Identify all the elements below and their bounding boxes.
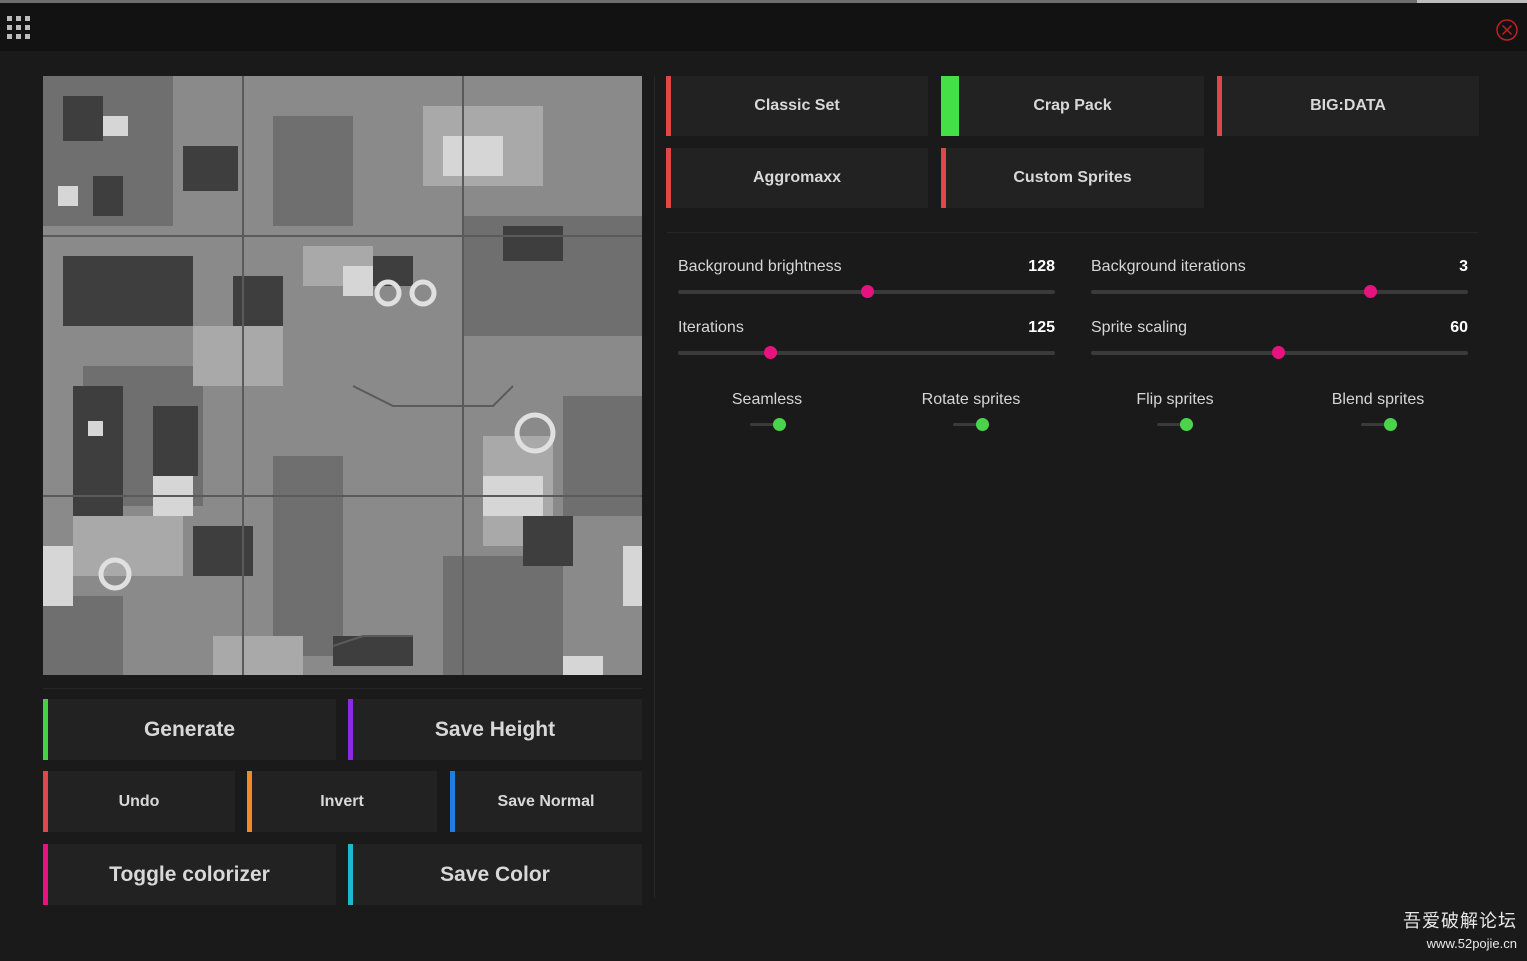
save-color-label: Save Color xyxy=(440,862,550,886)
pack-label: BIG:DATA xyxy=(1310,97,1386,114)
watermark: 吾爱破解论坛 www.52pojie.cn xyxy=(1403,907,1517,951)
blend-sprites-toggle[interactable] xyxy=(1361,418,1397,432)
pack-label: Crap Pack xyxy=(1033,97,1112,114)
pack-label: Aggromaxx xyxy=(752,169,842,186)
invert-label: Invert xyxy=(320,792,364,810)
pack-bigdata-button[interactable]: BIG:DATA xyxy=(1217,76,1479,136)
iterations-slider[interactable] xyxy=(678,346,1055,359)
save-height-button[interactable]: Save Height xyxy=(348,699,642,760)
background-iterations-label: Background iterations xyxy=(1091,258,1246,275)
texture-preview xyxy=(43,76,642,675)
toggle-colorizer-button[interactable]: Toggle colorizer xyxy=(43,844,336,905)
slider-thumb[interactable] xyxy=(1272,346,1286,359)
undo-label: Undo xyxy=(118,792,160,810)
watermark-url: www.52pojie.cn xyxy=(1426,936,1517,951)
slider-thumb[interactable] xyxy=(764,346,778,359)
save-normal-label: Save Normal xyxy=(497,792,595,810)
grid-icon[interactable] xyxy=(7,16,33,42)
button-accent xyxy=(247,771,252,832)
panel-divider xyxy=(654,76,655,898)
sprite-scaling-label: Sprite scaling xyxy=(1091,319,1188,336)
background-iterations-slider[interactable] xyxy=(1091,285,1468,298)
pack-aggromaxx-button[interactable]: Aggromaxx xyxy=(666,148,928,208)
pack-accent xyxy=(666,76,671,136)
button-accent xyxy=(450,771,455,832)
background-brightness-label: Background brightness xyxy=(678,258,842,275)
watermark-title: 吾爱破解论坛 xyxy=(1403,911,1517,931)
blend-sprites-label: Blend sprites xyxy=(1331,391,1425,408)
pack-accent xyxy=(1217,76,1222,136)
save-height-label: Save Height xyxy=(434,717,556,741)
generate-label: Generate xyxy=(143,717,236,741)
preview-divider xyxy=(43,688,642,689)
pack-label: Custom Sprites xyxy=(1013,169,1132,186)
packs-divider xyxy=(667,232,1479,233)
button-accent xyxy=(43,699,48,760)
button-accent xyxy=(348,699,353,760)
save-color-button[interactable]: Save Color xyxy=(348,844,642,905)
pack-accent xyxy=(941,148,946,208)
rotate-sprites-toggle[interactable] xyxy=(953,418,989,432)
slider-thumb[interactable] xyxy=(860,285,874,298)
flip-sprites-toggle[interactable] xyxy=(1157,418,1193,432)
button-accent xyxy=(348,844,353,905)
slider-thumb[interactable] xyxy=(1363,285,1377,298)
iterations-label: Iterations xyxy=(678,319,744,336)
pack-custom-sprites-button[interactable]: Custom Sprites xyxy=(941,148,1204,208)
rotate-sprites-label: Rotate sprites xyxy=(921,391,1021,408)
iterations-value: 125 xyxy=(1028,319,1055,336)
pack-accent xyxy=(666,148,671,208)
background-brightness-slider[interactable] xyxy=(678,285,1055,298)
pack-accent xyxy=(941,76,959,136)
flip-sprites-label: Flip sprites xyxy=(1136,391,1214,408)
title-bar xyxy=(0,3,1527,51)
close-icon[interactable] xyxy=(1496,19,1518,41)
seamless-label: Seamless xyxy=(731,391,803,408)
invert-button[interactable]: Invert xyxy=(247,771,437,832)
background-brightness-value: 128 xyxy=(1028,258,1055,275)
sprite-scaling-slider[interactable] xyxy=(1091,346,1468,359)
button-accent xyxy=(43,844,48,905)
pack-label: Classic Set xyxy=(754,97,840,114)
toggle-colorizer-label: Toggle colorizer xyxy=(109,862,270,886)
sprite-scaling-value: 60 xyxy=(1450,319,1468,336)
generate-button[interactable]: Generate xyxy=(43,699,336,760)
pack-classic-set-button[interactable]: Classic Set xyxy=(666,76,928,136)
pack-crap-pack-button[interactable]: Crap Pack xyxy=(941,76,1204,136)
seamless-toggle[interactable] xyxy=(750,418,786,432)
background-iterations-value: 3 xyxy=(1459,258,1468,275)
button-accent xyxy=(43,771,48,832)
save-normal-button[interactable]: Save Normal xyxy=(450,771,642,832)
undo-button[interactable]: Undo xyxy=(43,771,235,832)
